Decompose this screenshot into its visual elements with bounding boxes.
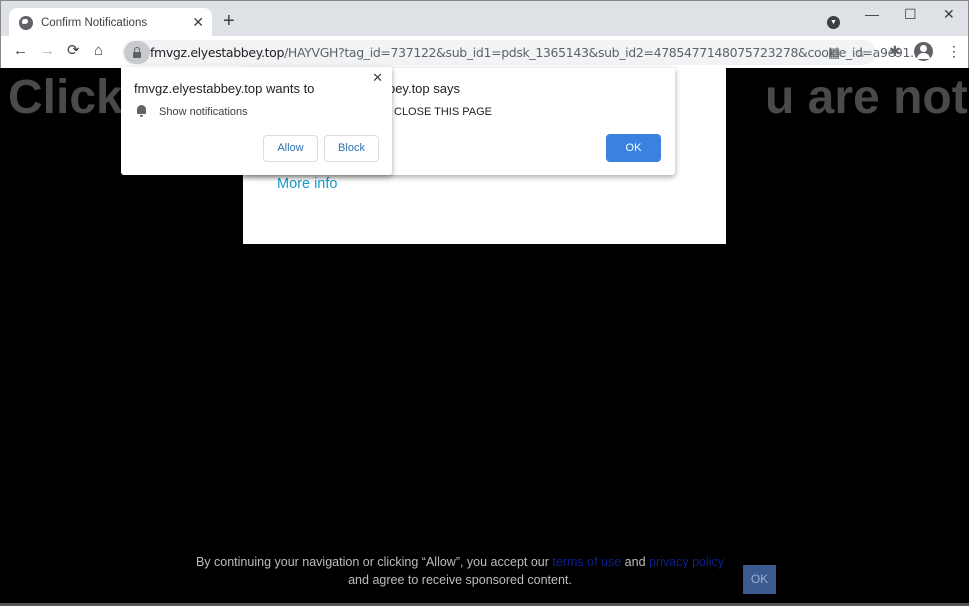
terms-link[interactable]: terms of use <box>552 555 621 569</box>
consent-footer: By continuing your navigation or clickin… <box>195 555 725 587</box>
headline-right: u are not a <box>765 71 969 124</box>
alert-message: CLOSE THIS PAGE <box>394 106 493 118</box>
footer-ok-button[interactable]: OK <box>743 565 776 594</box>
browser-toolbar: ← → ⟳ ⌂ fmvgz.elyestabbey.top/HAYVGH?tag… <box>0 36 969 68</box>
minimize-button[interactable]: — <box>865 6 879 22</box>
profile-avatar-icon[interactable] <box>914 42 933 61</box>
allow-button[interactable]: Allow <box>263 135 318 162</box>
maximize-button[interactable]: ☐ <box>904 6 917 23</box>
permission-label: Show notifications <box>159 106 248 118</box>
notification-permission-prompt: fmvgz.elyestabbey.top wants to ✕ Show no… <box>121 67 392 175</box>
tab-close-icon[interactable]: ✕ <box>192 14 204 31</box>
close-window-button[interactable]: ✕ <box>943 6 955 23</box>
tab-search-icon[interactable]: ▼ <box>827 16 840 29</box>
globe-icon <box>19 16 33 30</box>
home-button[interactable]: ⌂ <box>94 43 103 59</box>
tab-title: Confirm Notifications <box>41 17 148 29</box>
prompt-close-icon[interactable]: ✕ <box>372 70 383 86</box>
new-tab-button[interactable]: + <box>223 11 235 31</box>
more-info-link[interactable]: More info <box>277 176 337 192</box>
qr-code-icon[interactable]: ▦ <box>828 45 840 61</box>
bookmark-star-icon[interactable]: ☆ <box>855 45 867 61</box>
headline-left: Click <box>8 71 123 124</box>
lock-icon[interactable] <box>124 41 150 64</box>
extensions-icon[interactable]: ✱ <box>889 43 901 60</box>
privacy-link[interactable]: privacy policy <box>649 555 724 569</box>
browser-tab[interactable]: Confirm Notifications ✕ <box>9 8 212 38</box>
url-text[interactable]: fmvgz.elyestabbey.top/HAYVGH?tag_id=7371… <box>150 45 921 60</box>
back-button[interactable]: ← <box>13 43 28 59</box>
address-bar[interactable]: fmvgz.elyestabbey.top/HAYVGH?tag_id=7371… <box>122 40 921 65</box>
prompt-title: fmvgz.elyestabbey.top wants to <box>134 81 315 96</box>
menu-icon[interactable]: ⋮ <box>947 43 961 60</box>
bell-icon <box>136 105 147 117</box>
title-bar: Confirm Notifications ✕ + ▼ — ☐ ✕ <box>0 0 969 38</box>
forward-button[interactable]: → <box>40 43 55 59</box>
alert-ok-button[interactable]: OK <box>606 134 661 162</box>
block-button[interactable]: Block <box>324 135 379 162</box>
reload-button[interactable]: ⟳ <box>67 43 80 59</box>
